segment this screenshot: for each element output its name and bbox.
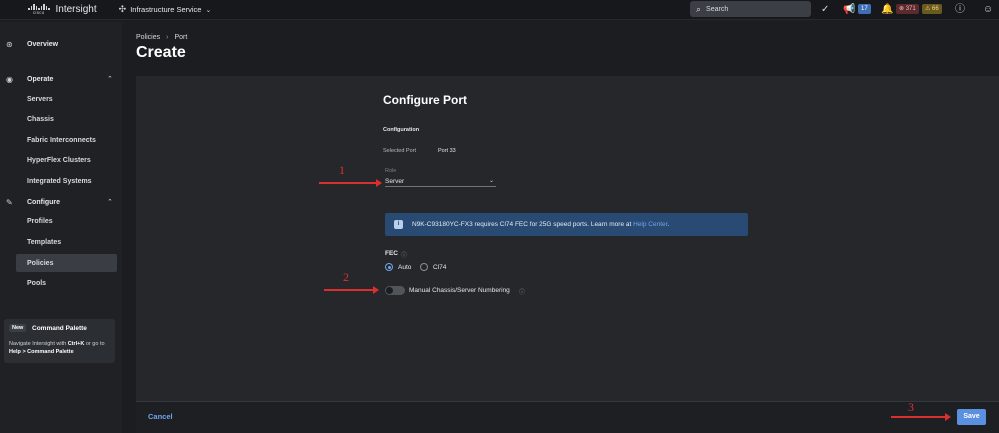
fec-radio-cl74[interactable]: Cl74 (420, 263, 446, 271)
annotation-arrow-3 (891, 413, 951, 421)
overview-icon: ⊛ (6, 39, 13, 49)
command-palette-card[interactable]: New Command Palette Navigate Intersight … (4, 319, 115, 363)
breadcrumb-port: Port (174, 34, 188, 41)
cisco-intersight-logo[interactable]: cisco Intersight (28, 4, 97, 15)
critical-alarms-count: 371 (905, 6, 916, 12)
form-panel (136, 76, 999, 401)
sidebar-section-label: Configure (27, 198, 61, 206)
role-value: Server (385, 178, 405, 185)
service-label: Infrastructure Service (130, 5, 202, 14)
annotation-number-3: 3 (908, 400, 914, 414)
sidebar-item-chassis[interactable]: Chassis (27, 116, 54, 123)
search-placeholder: Search (706, 5, 729, 13)
form-footer (136, 401, 999, 433)
annotation-number-2: 2 (343, 270, 349, 284)
service-icon: ✣ (118, 4, 127, 14)
radio-label: Cl74 (433, 263, 447, 271)
annotation-arrow-1 (319, 179, 382, 187)
sidebar-item-profiles[interactable]: Profiles (27, 218, 53, 225)
info-text: N9K-C93180YC-FX3 requires Cl74 FEC for 2… (412, 221, 670, 228)
service-selector[interactable]: ✣ Infrastructure Service ⌄ (119, 4, 212, 15)
radio-label: Auto (398, 263, 412, 271)
critical-alarms-badge[interactable]: ⊗ 371 (896, 4, 919, 14)
radio-dot (385, 263, 393, 271)
chevron-up-icon: ⌃ (107, 76, 113, 83)
fec-radio-auto[interactable]: Auto (385, 263, 411, 271)
chevron-down-icon: ⌄ (205, 6, 212, 14)
sidebar-item-fabric-interconnects[interactable]: Fabric Interconnects (27, 137, 96, 144)
command-palette-title: Command Palette (32, 325, 87, 332)
selected-port-label: Selected Port (383, 148, 417, 154)
bell-icon[interactable]: 🔔 (881, 3, 893, 16)
fec-label: FEC (385, 250, 398, 257)
wrench-icon: ✎ (6, 197, 13, 207)
selected-port-value: Port 33 (438, 148, 456, 154)
cancel-button[interactable]: Cancel (148, 412, 173, 421)
chevron-right-icon: › (166, 34, 169, 41)
chevron-down-icon: ⌄ (488, 178, 494, 184)
help-center-link[interactable]: Help Center (633, 221, 667, 228)
breadcrumb: Policies › Port (136, 34, 187, 41)
sidebar-item-servers[interactable]: Servers (27, 96, 53, 103)
sidebar-item-hyperflex-clusters[interactable]: HyperFlex Clusters (27, 157, 91, 164)
announcements-count-badge[interactable]: 17 (858, 4, 871, 14)
app-name: Intersight (55, 4, 97, 15)
radio-dot (420, 263, 428, 271)
user-icon[interactable]: ☺ (983, 3, 993, 16)
tasks-check-icon[interactable]: ✓ (821, 3, 829, 16)
search-icon: ⌕ (696, 3, 702, 14)
sidebar: ⊛ Overview ◉ Operate ⌃ Servers Chassis F… (0, 22, 122, 433)
sidebar-item-templates[interactable]: Templates (27, 239, 61, 246)
breadcrumb-policies[interactable]: Policies (136, 34, 160, 41)
search-input[interactable]: ⌕ Search (690, 1, 811, 17)
role-select[interactable]: Server ⌄ (385, 176, 496, 187)
page-title: Create (136, 44, 186, 61)
cisco-logo: cisco (28, 4, 50, 15)
warning-alarms-count: 66 (932, 6, 939, 12)
help-icon[interactable]: ⓘ (955, 3, 965, 16)
fec-help-icon[interactable]: ⓘ (401, 250, 407, 259)
top-bar: cisco Intersight ✣ Infrastructure Servic… (0, 0, 999, 20)
sidebar-item-pools[interactable]: Pools (27, 280, 46, 287)
chevron-up-icon: ⌃ (107, 199, 113, 206)
info-banner: i N9K-C93180YC-FX3 requires Cl74 FEC for… (385, 213, 748, 236)
section-label: Configuration (383, 127, 420, 133)
save-button[interactable]: Save (957, 409, 986, 425)
operate-icon: ◉ (6, 74, 13, 84)
command-palette-description: Navigate Intersight with Ctrl+K or go to… (9, 341, 105, 355)
manual-numbering-toggle[interactable] (385, 286, 405, 295)
sidebar-item-integrated-systems[interactable]: Integrated Systems (27, 178, 92, 185)
sidebar-item-policies[interactable]: Policies (27, 260, 53, 267)
annotation-number-1: 1 (339, 163, 345, 177)
announcements-icon[interactable]: 📢 (843, 3, 855, 16)
annotation-arrow-2 (324, 286, 379, 294)
toggle-knob (386, 287, 393, 294)
sidebar-item-label: Overview (27, 40, 59, 48)
manual-numbering-help-icon[interactable]: ⓘ (519, 287, 525, 296)
sidebar-section-label: Operate (27, 75, 54, 83)
form-heading: Configure Port (383, 93, 467, 107)
manual-numbering-label: Manual Chassis/Server Numbering (409, 287, 510, 294)
info-icon: i (394, 220, 403, 229)
warning-alarms-badge[interactable]: ⚠ 66 (922, 4, 942, 14)
new-badge: New (9, 324, 27, 332)
cisco-wordmark: cisco (32, 10, 45, 15)
role-label: Role (385, 168, 397, 174)
